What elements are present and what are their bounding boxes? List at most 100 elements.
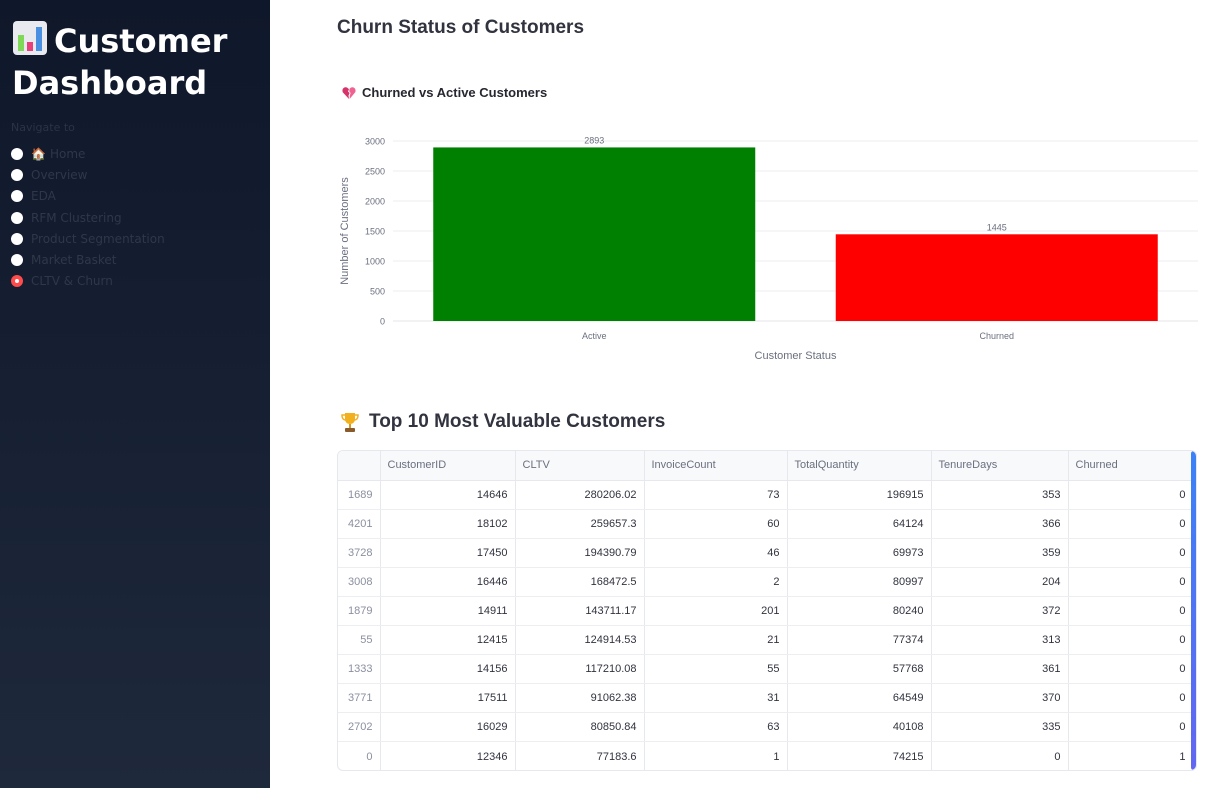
table-row[interactable]: 0 12346 77183.6 1 74215 0 1	[338, 741, 1194, 770]
row-index[interactable]: 0	[338, 741, 381, 770]
table-cell[interactable]: 168472.5	[515, 567, 645, 597]
table-cell[interactable]: 80997	[787, 567, 932, 597]
bar-active[interactable]	[433, 147, 756, 321]
table-row[interactable]: 3008 16446 168472.5 2 80997 204 0	[338, 567, 1194, 597]
nav-item-rfm-clustering[interactable]: RFM Clustering	[11, 207, 165, 228]
table-cell[interactable]: 0	[1068, 480, 1194, 510]
table-cell[interactable]: 18102	[380, 509, 516, 539]
table-cell[interactable]: 0	[1068, 683, 1194, 714]
table-cell[interactable]: 0	[931, 741, 1069, 770]
table-cell[interactable]: 280206.02	[515, 480, 645, 510]
table-cell[interactable]: 77374	[787, 625, 932, 656]
table-cell[interactable]: 143711.17	[515, 596, 645, 626]
table-cell[interactable]: 313	[931, 625, 1069, 656]
radio-icon[interactable]	[11, 211, 23, 224]
table-cell[interactable]: 372	[931, 596, 1069, 626]
table-row[interactable]: 1333 14156 117210.08 55 57768 361 0	[338, 654, 1194, 685]
table-cell[interactable]: 63	[644, 712, 788, 743]
table-cell[interactable]: 74215	[787, 741, 932, 770]
table-cell[interactable]: 31	[644, 683, 788, 714]
table-cell[interactable]: 259657.3	[515, 509, 645, 539]
customers-table[interactable]: CustomerID CLTV InvoiceCount TotalQuantity T…	[338, 451, 1194, 770]
table-cell[interactable]: 0	[1068, 538, 1194, 568]
table-cell[interactable]: 12415	[380, 625, 516, 656]
table-cell[interactable]: 17450	[380, 538, 516, 568]
index-header[interactable]	[338, 451, 381, 481]
table-cell[interactable]: 12346	[380, 741, 516, 770]
table-cell[interactable]: 117210.08	[515, 654, 645, 685]
table-cell[interactable]: 73	[644, 480, 788, 510]
table-row[interactable]: 3771 17511 91062.38 31 64549 370 0	[338, 683, 1194, 714]
table-row[interactable]: 4201 18102 259657.3 60 64124 366 0	[338, 509, 1194, 539]
column-header[interactable]: TenureDays	[931, 451, 1069, 481]
table-cell[interactable]: 353	[931, 480, 1069, 510]
radio-icon[interactable]	[11, 232, 23, 245]
table-cell[interactable]: 0	[1068, 654, 1194, 685]
nav-item-home[interactable]: 🏠 Home	[11, 143, 165, 164]
table-cell[interactable]: 64124	[787, 509, 932, 539]
table-cell[interactable]: 14156	[380, 654, 516, 685]
column-header[interactable]: Churned	[1068, 451, 1194, 481]
table-row[interactable]: 1879 14911 143711.17 201 80240 372 0	[338, 596, 1194, 626]
radio-selected-icon[interactable]	[11, 275, 23, 288]
table-cell[interactable]: 80850.84	[515, 712, 645, 743]
table-cell[interactable]: 0	[1068, 596, 1194, 626]
row-index[interactable]: 1333	[338, 654, 381, 685]
table-cell[interactable]: 46	[644, 538, 788, 568]
column-header[interactable]: CLTV	[515, 451, 645, 481]
nav-item-eda[interactable]: EDA	[11, 186, 165, 207]
table-cell[interactable]: 366	[931, 509, 1069, 539]
table-cell[interactable]: 2	[644, 567, 788, 597]
table-cell[interactable]: 69973	[787, 538, 932, 568]
churn-bar-chart[interactable]: 0 500 1000 1500 2000 2500 3000 2893 Active 1445 Ch…	[330, 120, 1205, 370]
table-cell[interactable]: 194390.79	[515, 538, 645, 568]
table-cell[interactable]: 335	[931, 712, 1069, 743]
row-index[interactable]: 1689	[338, 480, 381, 510]
table-scrollbar[interactable]	[1191, 451, 1196, 770]
table-cell[interactable]: 16029	[380, 712, 516, 743]
table-row[interactable]: 3728 17450 194390.79 46 69973 359 0	[338, 538, 1194, 568]
table-cell[interactable]: 14646	[380, 480, 516, 510]
table-cell[interactable]: 77183.6	[515, 741, 645, 770]
radio-icon[interactable]	[11, 254, 23, 267]
row-index[interactable]: 1879	[338, 596, 381, 626]
table-cell[interactable]: 0	[1068, 567, 1194, 597]
table-cell[interactable]: 57768	[787, 654, 932, 685]
table-row[interactable]: 2702 16029 80850.84 63 40108 335 0	[338, 712, 1194, 743]
table-row[interactable]: 1689 14646 280206.02 73 196915 353 0	[338, 480, 1194, 510]
table-cell[interactable]: 201	[644, 596, 788, 626]
table-cell[interactable]: 196915	[787, 480, 932, 510]
data-table[interactable]: CustomerID CLTV InvoiceCount TotalQuantity T…	[337, 450, 1197, 771]
table-cell[interactable]: 55	[644, 654, 788, 685]
nav-item-cltv-churn[interactable]: CLTV & Churn	[11, 271, 165, 292]
table-cell[interactable]: 124914.53	[515, 625, 645, 656]
row-index[interactable]: 3771	[338, 683, 381, 714]
nav-item-market-basket[interactable]: Market Basket	[11, 249, 165, 270]
table-cell[interactable]: 40108	[787, 712, 932, 743]
radio-icon[interactable]	[11, 190, 23, 203]
table-cell[interactable]: 370	[931, 683, 1069, 714]
table-cell[interactable]: 204	[931, 567, 1069, 597]
row-index[interactable]: 55	[338, 625, 381, 656]
table-cell[interactable]: 14911	[380, 596, 516, 626]
column-header[interactable]: InvoiceCount	[644, 451, 788, 481]
radio-icon[interactable]	[11, 147, 23, 160]
row-index[interactable]: 2702	[338, 712, 381, 743]
row-index[interactable]: 3008	[338, 567, 381, 597]
table-cell[interactable]: 91062.38	[515, 683, 645, 714]
column-header[interactable]: CustomerID	[380, 451, 516, 481]
table-cell[interactable]: 17511	[380, 683, 516, 714]
table-cell[interactable]: 0	[1068, 712, 1194, 743]
table-cell[interactable]: 359	[931, 538, 1069, 568]
table-cell[interactable]: 64549	[787, 683, 932, 714]
table-cell[interactable]: 1	[1068, 741, 1194, 770]
table-cell[interactable]: 60	[644, 509, 788, 539]
table-cell[interactable]: 1	[644, 741, 788, 770]
row-index[interactable]: 3728	[338, 538, 381, 568]
table-cell[interactable]: 16446	[380, 567, 516, 597]
bar-churned[interactable]	[835, 234, 1158, 321]
table-cell[interactable]: 0	[1068, 509, 1194, 539]
table-cell[interactable]: 21	[644, 625, 788, 656]
nav-item-product-segmentation[interactable]: Product Segmentation	[11, 228, 165, 249]
row-index[interactable]: 4201	[338, 509, 381, 539]
